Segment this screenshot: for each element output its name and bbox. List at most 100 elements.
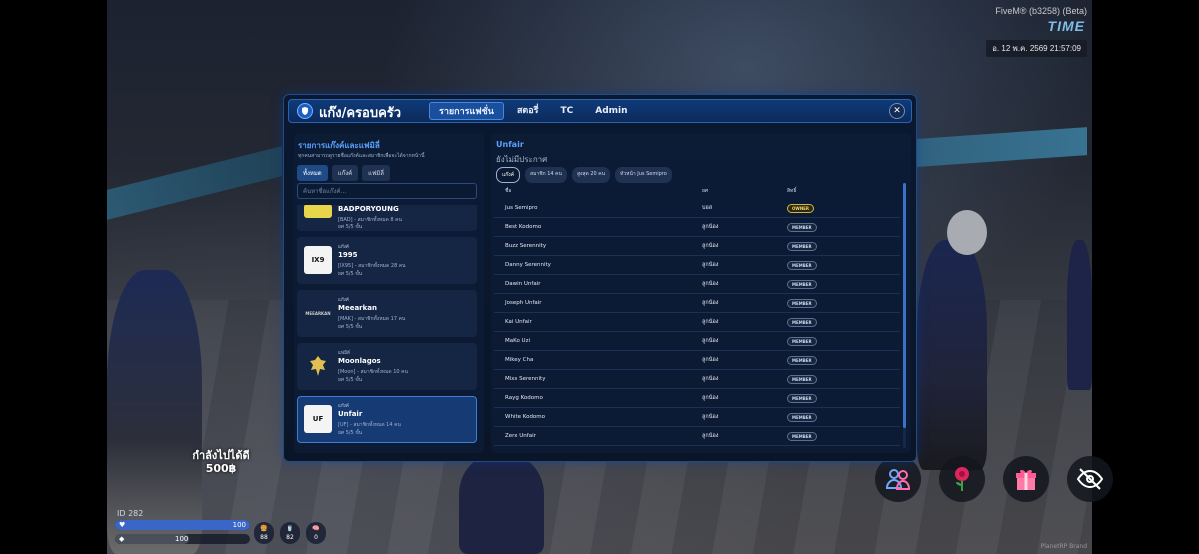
gang-rank-capacity: ยศ 5/5 ขั้น [338,430,363,436]
member-role-cell: OWNER [787,203,897,213]
rose-button[interactable] [939,456,985,502]
member-rank: ลูกน้อง [702,243,719,249]
gang-card-moonlagos[interactable]: แฟมิลี่ Moonlagos [Moon] - สมาชิกทั้งหมด… [297,343,477,390]
gang-list-heading: รายการแก๊งค์และแฟมิลี่ [298,141,380,150]
thirst-icon: 🥤 [286,525,294,532]
table-row[interactable]: Jus Semipro บอส OWNER [494,199,900,218]
member-scrollbar[interactable] [903,183,906,448]
gang-logo [304,352,332,380]
table-row[interactable]: MaKo Uzi ลูกน้อง MEMBER [494,332,900,351]
member-name: Jus Semipro [505,205,538,211]
tab-tc[interactable]: TC [552,102,583,120]
gang-meta: [MAK] - สมาชิกทั้งหมด 17 คน [338,316,406,322]
member-rows: Jus Semipro บอส OWNER Best Kodomo ลูกน้อง MEM… [494,199,900,446]
gang-rank-capacity: ยศ 5/5 ขั้น [338,377,363,383]
gift-button[interactable] [1003,456,1049,502]
member-name: Buzz Serennity [505,243,547,249]
gang-search-input[interactable] [297,183,477,199]
role-badge: MEMBER [787,260,817,270]
player-id-value: 282 [128,509,144,518]
member-rank: ลูกน้อง [702,281,719,287]
gang-logo [304,205,332,218]
scene-banner-left [107,146,282,220]
chip-member-count: สมาชิก 14 คน [525,167,567,183]
member-table-header: ชื่อ ยศ สิทธิ์ [494,183,900,199]
filter-gang[interactable]: แก๊งค์ [331,165,359,181]
role-badge: MEMBER [787,431,817,441]
table-row[interactable]: Mikey Cha ลูกน้อง MEMBER [494,351,900,370]
gang-meta: [UF] - สมาชิกทั้งหมด 14 คน [338,422,401,428]
member-role-cell: MEMBER [787,298,897,308]
gang-list[interactable]: BADPORYOUNG [BAD] - สมาชิกทั้งหมด 8 คน ย… [297,205,477,447]
chip-max-members: สูงสุด 20 คน [571,167,611,183]
tab-admin[interactable]: Admin [586,102,636,120]
close-button[interactable]: ✕ [889,103,905,119]
role-badge: OWNER [787,203,814,213]
panel-tabs: รายการแฟชั่น สตอรี่ TC Admin [429,102,637,120]
role-badge: MEMBER [787,355,817,365]
member-rank: ลูกน้อง [702,262,719,268]
table-row[interactable]: Dawin Unfair ลูกน้อง MEMBER [494,275,900,294]
filter-all[interactable]: ทั้งหมด [297,165,328,181]
member-rank: ลูกน้อง [702,319,719,325]
gang-meta: [IX95] - สมาชิกทั้งหมด 28 คน [338,263,406,269]
table-row[interactable]: Joseph Unfair ลูกน้อง MEMBER [494,294,900,313]
role-badge: MEMBER [787,393,817,403]
table-row[interactable]: Zerx Unfair ลูกน้อง MEMBER [494,427,900,446]
member-role-cell: MEMBER [787,393,897,403]
member-name: Joseph Unfair [505,300,542,306]
table-row[interactable]: Danny Serennity ลูกน้อง MEMBER [494,256,900,275]
role-badge: MEMBER [787,298,817,308]
selected-gang-name: Unfair [496,140,524,149]
gang-card-badporyoung[interactable]: BADPORYOUNG [BAD] - สมาชิกทั้งหมด 8 คน ย… [297,205,477,231]
tab-fashion-list[interactable]: รายการแฟชั่น [429,102,504,120]
gang-type: แก๊งค์ [338,404,349,409]
member-name: Kai Unfair [505,319,532,325]
member-name: Rayg Kodomo [505,395,543,401]
shield-icon: ◆ [119,535,125,543]
gift-icon [1016,469,1036,490]
member-role-cell: MEMBER [787,241,897,251]
scene-character-head [947,210,987,255]
corner-watermark: PlanetRP Brand [1040,543,1087,550]
gang-detail-section: Unfair ยังไม่มีประกาศ แก๊งค์ สมาชิก 14 ค… [491,133,911,453]
gang-people-button[interactable] [875,456,921,502]
gang-logo: IX9 [304,246,332,274]
stress-icon: 🧠 [312,525,320,532]
table-row[interactable]: Rayg Kodomo ลูกน้อง MEMBER [494,389,900,408]
gang-rank-capacity: ยศ 5/5 ขั้น [338,324,363,330]
table-row[interactable]: White Kodomo ลูกน้อง MEMBER [494,408,900,427]
fivem-version-label: FiveM® (b3258) (Beta) [995,6,1087,16]
role-badge: MEMBER [787,412,817,422]
gang-rank-capacity: ยศ 5/5 ขั้น [338,271,363,277]
filter-family[interactable]: แฟมิลี่ [362,165,390,181]
money-status-label: กำลังไปได้ดี [192,449,250,462]
date-time-display: อ. 12 พ.ค. 2569 21:57:09 [986,40,1087,57]
gang-meta: [Moon] - สมาชิกทั้งหมด 10 คน [338,369,408,375]
money-amount: 500฿ [205,462,237,475]
gang-card-1995[interactable]: IX9 แก๊งค์ 1995 [IX95] - สมาชิกทั้งหมด 2… [297,237,477,284]
gang-card-unfair[interactable]: UF แก๊งค์ Unfair [UF] - สมาชิกทั้งหมด 14… [297,396,477,443]
gang-card-meearkan[interactable]: MEEARKAN แก๊งค์ Meearkan [MAK] - สมาชิกท… [297,290,477,337]
gang-name: Meearkan [338,304,377,312]
health-bar-fill [115,520,250,530]
gang-logo: UF [304,405,332,433]
table-row[interactable]: Best Kodomo ลูกน้อง MEMBER [494,218,900,237]
tab-story[interactable]: สตอรี่ [508,102,548,120]
table-row[interactable]: Buzz Serennity ลูกน้อง MEMBER [494,237,900,256]
member-name: MaKo Uzi [505,338,531,344]
gang-name: BADPORYOUNG [338,205,399,213]
role-badge: MEMBER [787,241,817,251]
table-row[interactable]: Mixs Serennity ลูกน้อง MEMBER [494,370,900,389]
server-brand-logo: TIME [1047,18,1085,34]
member-rank: ลูกน้อง [702,338,719,344]
chip-type: แก๊งค์ [496,167,521,183]
column-rank: ยศ [702,188,709,194]
member-rank: ลูกน้อง [702,300,719,306]
scrollbar-thumb[interactable] [903,183,906,428]
table-row[interactable]: Kai Unfair ลูกน้อง MEMBER [494,313,900,332]
stress-value: 0 [314,534,318,541]
role-badge: MEMBER [787,336,817,346]
member-rank: ลูกน้อง [702,224,719,230]
hide-ui-button[interactable] [1067,456,1113,502]
